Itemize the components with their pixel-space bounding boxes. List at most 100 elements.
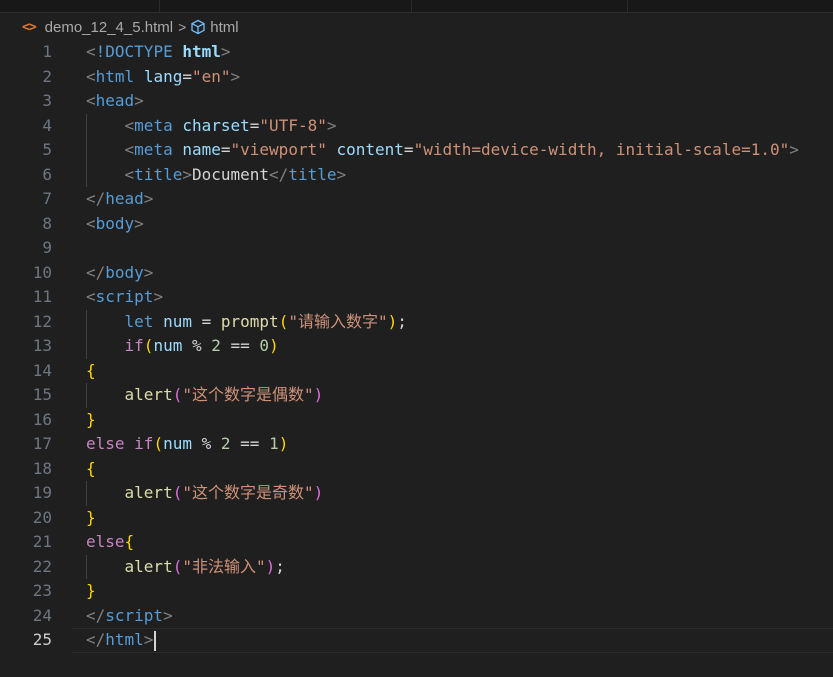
code-line[interactable]: 17 else if(num % 2 == 1): [0, 432, 833, 457]
line-text[interactable]: if(num % 2 == 0): [86, 334, 279, 359]
code-token: >: [153, 287, 164, 306]
code-line[interactable]: 11 <script>: [0, 285, 833, 310]
code-token: (: [172, 483, 183, 502]
line-text[interactable]: <!DOCTYPE html>: [86, 40, 231, 65]
line-text[interactable]: <script>: [86, 285, 163, 310]
line-text[interactable]: <meta name="viewport" content="width=dev…: [86, 138, 799, 163]
code-token: %: [182, 336, 212, 355]
code-token: ): [313, 483, 324, 502]
code-token: meta: [134, 115, 173, 135]
line-text[interactable]: <meta charset="UTF-8">: [86, 114, 337, 139]
code-token: alert: [124, 483, 173, 502]
code-token: </: [86, 262, 106, 282]
line-number: 11: [32, 287, 52, 306]
line-number: 21: [32, 532, 52, 551]
line-number: 14: [32, 360, 52, 380]
code-token: 2: [220, 434, 231, 453]
code-token: (: [278, 311, 289, 331]
line-text[interactable]: alert("这个数字是奇数"): [86, 481, 324, 506]
code-line[interactable]: 8 <body>: [0, 212, 833, 237]
code-line[interactable]: 20}: [0, 506, 833, 531]
line-text[interactable]: <head>: [86, 89, 144, 114]
line-text[interactable]: <body>: [86, 212, 144, 237]
code-token: "en": [191, 66, 231, 86]
line-text[interactable]: </script>: [86, 604, 173, 629]
code-token: (: [153, 434, 164, 453]
code-area[interactable]: 1 <!DOCTYPE html> 2 <html lang="en"> 3 <head>…: [0, 40, 833, 653]
line-number: 19: [32, 483, 52, 502]
line-text[interactable]: </head>: [86, 187, 153, 212]
code-line[interactable]: 6 <title>Document</title>: [0, 163, 833, 188]
code-line[interactable]: 13 if(num % 2 == 0): [0, 334, 833, 359]
code-line[interactable]: 10 </body>: [0, 261, 833, 286]
code-token: title: [134, 164, 183, 184]
breadcrumb-element[interactable]: html: [210, 19, 238, 36]
code-line[interactable]: 25 </html>: [0, 628, 833, 653]
breadcrumb-file[interactable]: demo_12_4_5.html: [45, 19, 173, 36]
line-number: 20: [32, 507, 52, 527]
line-text[interactable]: {: [86, 457, 96, 482]
code-token: "这个数字是偶数": [182, 385, 314, 404]
code-token: </: [269, 164, 289, 184]
code-line[interactable]: 2 <html lang="en">: [0, 65, 833, 90]
code-token: >: [134, 213, 144, 233]
line-text[interactable]: alert("非法输入");: [86, 555, 285, 580]
code-line[interactable]: 24 </script>: [0, 604, 833, 629]
code-token: ): [387, 311, 398, 331]
code-token: =: [191, 311, 221, 331]
line-number: 10: [32, 262, 52, 282]
code-token: >: [163, 605, 173, 625]
line-text[interactable]: alert("这个数字是偶数"): [86, 383, 324, 408]
code-line[interactable]: 4 <meta charset="UTF-8">: [0, 114, 833, 139]
code-line[interactable]: 15 alert("这个数字是偶数"): [0, 383, 833, 408]
code-line[interactable]: 5 <meta name="viewport" content="width=d…: [0, 138, 833, 163]
line-text[interactable]: </html>: [86, 628, 157, 653]
code-line[interactable]: 19 alert("这个数字是奇数"): [0, 481, 833, 506]
line-text[interactable]: {: [86, 359, 96, 384]
code-token: >: [336, 164, 347, 184]
line-number: 7: [42, 189, 52, 208]
code-token: >: [143, 630, 154, 649]
line-text[interactable]: }: [86, 408, 96, 433]
code-token: num: [153, 336, 183, 355]
code-line[interactable]: 18 {: [0, 457, 833, 482]
code-token: >: [143, 262, 154, 282]
code-token: <: [124, 115, 135, 135]
code-token: }: [86, 581, 96, 600]
line-text[interactable]: <html lang="en">: [86, 65, 240, 90]
html-file-icon: <>: [22, 19, 37, 35]
line-text[interactable]: else{: [86, 530, 134, 555]
line-text[interactable]: <title>Document</title>: [86, 163, 347, 188]
code-token: if: [134, 434, 154, 453]
code-line[interactable]: 23}: [0, 579, 833, 604]
code-line[interactable]: 21 else{: [0, 530, 833, 555]
code-line[interactable]: 16}: [0, 408, 833, 433]
line-text[interactable]: }: [86, 579, 96, 604]
code-editor[interactable]: <> demo_12_4_5.html > html 1 <!DOCTYPE ht…: [0, 0, 833, 677]
code-line[interactable]: 1 <!DOCTYPE html>: [0, 40, 833, 65]
code-token: =: [249, 115, 260, 135]
line-number: 24: [32, 605, 52, 625]
code-token: >: [134, 91, 144, 110]
line-text[interactable]: let num = prompt("请输入数字");: [86, 310, 407, 335]
line-text[interactable]: }: [86, 506, 96, 531]
code-line[interactable]: 22 alert("非法输入");: [0, 555, 833, 580]
code-line[interactable]: 9: [0, 236, 833, 261]
line-text[interactable]: else if(num % 2 == 1): [86, 432, 288, 457]
code-line[interactable]: 7 </head>: [0, 187, 833, 212]
line-text[interactable]: </body>: [86, 261, 153, 286]
code-token: ==: [220, 336, 260, 355]
line-number: 4: [42, 115, 52, 135]
code-line[interactable]: 3 <head>: [0, 89, 833, 114]
code-token: body: [95, 213, 135, 233]
code-token: "请输入数字": [288, 311, 388, 331]
line-number: 25: [32, 630, 52, 649]
code-line[interactable]: 14 {: [0, 359, 833, 384]
code-line[interactable]: 12 let num = prompt("请输入数字");: [0, 310, 833, 335]
